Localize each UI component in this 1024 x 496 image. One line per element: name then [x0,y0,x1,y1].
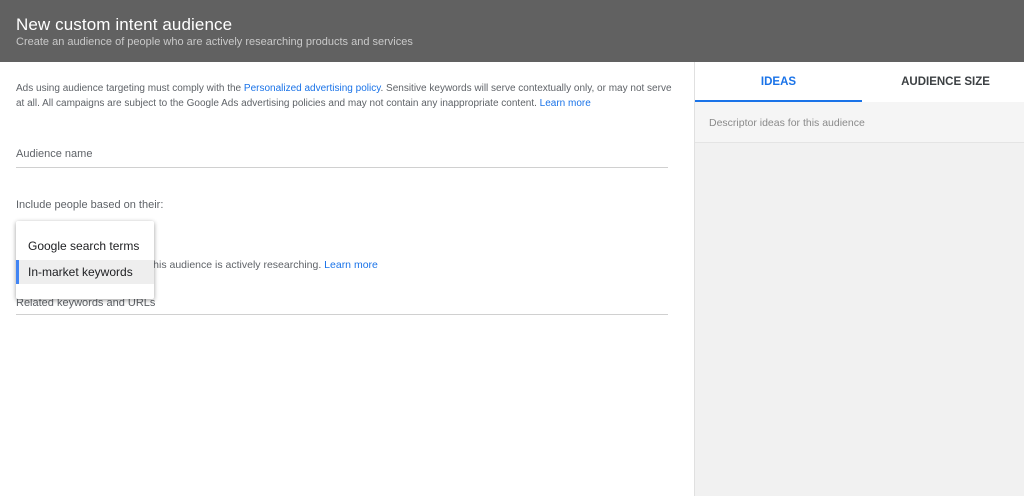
selected-indicator [16,260,19,284]
dropdown-option-label: In-market keywords [28,265,133,279]
dialog-title: New custom intent audience [16,15,233,34]
policy-notice: Ads using audience targeting must comply… [16,81,676,111]
include-people-label: Include people based on their: [16,199,164,211]
ideas-side-panel: IDEAS AUDIENCE SIZE Descriptor ideas for… [694,62,1024,496]
dropdown-option-in-market-keywords[interactable]: In-market keywords [16,260,154,284]
side-panel-tabs: IDEAS AUDIENCE SIZE [695,62,1024,102]
personalized-advertising-policy-link[interactable]: Personalized advertising policy [244,83,381,94]
dialog-header: New custom intent audience Create an aud… [0,0,1024,62]
audience-name-label: Audience name [16,148,93,160]
dropdown-option-google-search-terms[interactable]: Google search terms [16,234,154,258]
tab-ideas-label: IDEAS [760,76,797,88]
related-keywords-field[interactable]: Related keywords and URLs [16,297,668,315]
audience-form-panel: Ads using audience targeting must comply… [0,62,694,496]
policy-learn-more-link[interactable]: Learn more [540,98,591,109]
tab-ideas[interactable]: IDEAS [695,62,862,102]
policy-text-start: Ads using audience targeting must comply… [16,83,244,94]
ideas-placeholder-text: Descriptor ideas for this audience [709,117,865,129]
targeting-type-dropdown: Google search terms In-market keywords [16,221,154,299]
tab-audience-size[interactable]: AUDIENCE SIZE [862,62,1024,102]
dialog-subtitle: Create an audience of people who are act… [16,36,413,48]
helper-learn-more-link[interactable]: Learn more [324,259,378,271]
ideas-placeholder-row: Descriptor ideas for this audience [695,102,1024,143]
audience-name-field[interactable]: Audience name [16,148,668,168]
related-keywords-label: Related keywords and URLs [16,297,156,309]
